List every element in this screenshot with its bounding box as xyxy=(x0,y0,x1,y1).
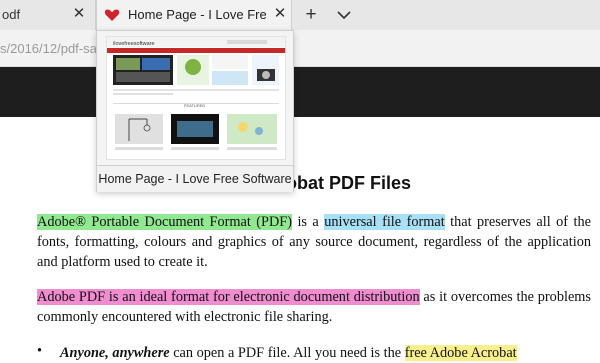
bullet-marker: • xyxy=(37,343,43,359)
tab-title: Home Page - I Love Free Software xyxy=(128,7,266,22)
paragraph: Adobe® Portable Document Format (PDF) is… xyxy=(37,212,591,272)
heart-icon xyxy=(104,9,120,21)
bullet-item: Anyone, anywhere can open a PDF file. Al… xyxy=(60,343,591,363)
text: can open a PDF file. All you need is the xyxy=(169,345,405,361)
highlight: universal file format xyxy=(324,214,445,230)
highlight: Adobe PDF is an ideal format for electro… xyxy=(37,289,420,305)
scrollbar[interactable] xyxy=(588,67,600,360)
tab-bar: odf ✕ Home Page - I Love Free Software ✕… xyxy=(0,0,600,30)
url-text: s/2016/12/pdf-sa xyxy=(0,41,97,56)
page-thumbnail-image: ilovefreesoftware FEATURED xyxy=(107,37,285,159)
highlight: Adobe® Portable Document Format (PDF) xyxy=(37,214,292,230)
chevron-down-icon[interactable] xyxy=(333,5,355,25)
tab-title: odf xyxy=(2,7,21,22)
tab-home-page[interactable]: Home Page - I Love Free Software ✕ xyxy=(96,0,292,30)
preview-caption: Home Page - I Love Free Software xyxy=(97,165,293,192)
tab-pdf[interactable]: odf ✕ xyxy=(0,0,96,30)
close-icon[interactable]: ✕ xyxy=(70,5,88,23)
highlight: free Adobe Acrobat xyxy=(404,345,517,361)
address-bar[interactable]: s/2016/12/pdf-sa xyxy=(0,30,600,67)
thumbnail-logo: ilovefreesoftware xyxy=(113,41,155,47)
text: is a xyxy=(292,214,325,230)
emphasis: Anyone, anywhere xyxy=(60,345,170,361)
plus-icon[interactable]: + xyxy=(300,5,322,25)
tab-preview[interactable]: ilovefreesoftware FEATURED Home Page - I… xyxy=(96,30,294,192)
thumbnail-heading: FEATURED xyxy=(184,103,205,108)
site-header-bar xyxy=(0,67,600,117)
paragraph: Adobe PDF is an ideal format for electro… xyxy=(37,287,591,327)
preview-thumbnail: ilovefreesoftware FEATURED xyxy=(106,36,286,160)
close-icon[interactable]: ✕ xyxy=(271,5,289,23)
